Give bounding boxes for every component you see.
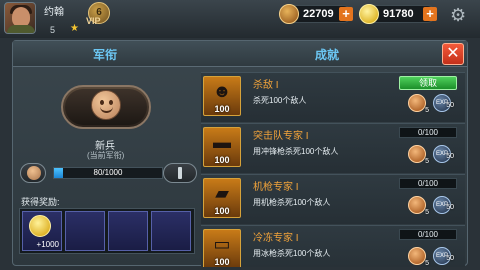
- exp-reward-amount: 50: [446, 153, 454, 160]
- achievement-list[interactable]: ☻ 100 杀敌 I 杀死100个敌人 领取 5 EXP 50 ▬ 100 突击队…: [201, 72, 465, 267]
- gold-counter: 91780 +: [359, 4, 437, 24]
- smiley-rank-icon: [91, 90, 121, 120]
- rank-emblem: [61, 85, 151, 129]
- reward-slot-empty: [65, 211, 105, 251]
- rank-bar-icon: [178, 167, 182, 179]
- achievement-icon-number: 100: [214, 155, 230, 165]
- exp-reward-icon: EXP 50: [433, 247, 454, 265]
- current-rank-icon: [20, 163, 46, 183]
- star-icon: ★: [70, 23, 79, 34]
- smg-icon: ▬ 100: [203, 127, 241, 167]
- achievement-progress: 0/100: [399, 127, 457, 138]
- top-hud: 约翰 5 ★ 6 VIP 22709 + 91780 + ⚙: [0, 0, 480, 38]
- avatar-face: [12, 7, 30, 27]
- rank-reward-amount: 5: [425, 107, 429, 114]
- achievement-icon-number: 100: [214, 104, 230, 114]
- rank-exp-text: 80/1000: [93, 168, 123, 177]
- medal-value: 22709: [303, 8, 334, 20]
- achievement-row: ▰ 100 机枪专家 I 用机枪杀死100个敌人 0/100 5 EXP 50: [201, 174, 465, 224]
- rank-subtitle: (当前军衔): [87, 151, 125, 160]
- close-button[interactable]: ✕: [442, 43, 464, 65]
- machine-gun-icon: ▰ 100: [203, 178, 241, 218]
- achievement-progress: 0/100: [399, 229, 457, 240]
- rank-reward-icon: 5: [408, 94, 429, 114]
- tab-achievements[interactable]: 成就: [315, 46, 339, 63]
- achievement-desc: 用机枪杀死100个敌人: [253, 198, 331, 207]
- smiley-mouth: [100, 106, 113, 113]
- add-medals-button[interactable]: +: [339, 7, 353, 21]
- exp-reward-amount: 50: [446, 102, 454, 109]
- vip-label: VIP: [86, 16, 101, 26]
- rank-reward-amount: 5: [425, 158, 429, 165]
- icon-glyph: ▰: [215, 183, 229, 203]
- rank-reward-icon: 5: [408, 196, 429, 216]
- reward-slots: +1000: [19, 208, 195, 254]
- reward-label: 获得奖励:: [21, 197, 60, 207]
- reward-slot: +1000: [22, 211, 62, 251]
- smiley-eye-left: [100, 100, 104, 105]
- player-level: 5: [50, 25, 56, 35]
- avatar-body: [7, 25, 35, 33]
- achievement-desc: 用冲锋枪杀死100个敌人: [253, 147, 339, 156]
- icon-glyph: ▬: [213, 132, 231, 152]
- achievement-title: 杀敌 I: [253, 80, 279, 91]
- claim-button[interactable]: 领取: [399, 76, 457, 90]
- exp-reward-amount: 50: [446, 204, 454, 211]
- icon-glyph: ▭: [213, 234, 231, 254]
- exp-reward-icon: EXP 50: [433, 196, 454, 214]
- rank-reward-icon: 5: [408, 247, 429, 267]
- smiley-small-icon: [27, 166, 41, 180]
- achievement-row: ▬ 100 突击队专家 I 用冲锋枪杀死100个敌人 0/100 5 EXP 50: [201, 123, 465, 173]
- rank-achievement-panel: 军衔 成就 ✕ 新兵 (当前军衔) 80/1000 获得奖励: +1000 ☻ …: [12, 40, 468, 267]
- next-rank-icon: [163, 163, 197, 183]
- achievement-desc: 杀死100个敌人: [253, 96, 307, 105]
- icon-glyph: ☻: [212, 81, 232, 101]
- achievement-icon-number: 100: [214, 206, 230, 216]
- achievement-row: ☻ 100 杀敌 I 杀死100个敌人 领取 5 EXP 50: [201, 72, 465, 122]
- enemy-silhouette-icon: ☻ 100: [203, 76, 241, 116]
- achievement-desc: 用冰枪杀死100个敌人: [253, 249, 331, 258]
- player-name: 约翰: [44, 7, 64, 18]
- smiley-eye-right: [109, 100, 113, 105]
- exp-reward-icon: EXP 50: [433, 145, 454, 163]
- achievement-title: 冷冻专家 I: [253, 233, 299, 244]
- vip-badge[interactable]: 6 VIP: [86, 2, 110, 32]
- rank-reward-icon: 5: [408, 145, 429, 165]
- settings-gear-icon[interactable]: ⚙: [450, 6, 466, 24]
- gold-coin-icon: [29, 215, 51, 237]
- rank-reward-amount: 5: [425, 260, 429, 267]
- rank-reward-amount: 5: [425, 209, 429, 216]
- medal-icon: [279, 4, 299, 24]
- reward-qty: +1000: [36, 240, 59, 249]
- achievement-progress: 0/100: [399, 178, 457, 189]
- rank-exp-bar: 80/1000: [53, 167, 163, 179]
- tab-rank[interactable]: 军衔: [93, 46, 117, 63]
- reward-slot-empty: [151, 211, 191, 251]
- exp-reward-icon: EXP 50: [433, 94, 454, 112]
- medal-currency-counter: 22709 +: [279, 4, 353, 24]
- achievement-row: ▭ 100 冷冻专家 I 用冰枪杀死100个敌人 0/100 5 EXP 50: [201, 225, 465, 267]
- gold-coin-icon: [359, 4, 379, 24]
- add-gold-button[interactable]: +: [423, 7, 437, 21]
- freeze-gun-icon: ▭ 100: [203, 229, 241, 267]
- achievement-icon-number: 100: [214, 257, 230, 267]
- panel-header: 军衔 成就 ✕: [13, 41, 467, 67]
- achievement-title: 突击队专家 I: [253, 131, 309, 142]
- reward-slot-empty: [108, 211, 148, 251]
- achievement-title: 机枪专家 I: [253, 182, 299, 193]
- exp-reward-amount: 50: [446, 255, 454, 262]
- gold-value: 91780: [383, 8, 414, 20]
- player-avatar[interactable]: [4, 2, 36, 34]
